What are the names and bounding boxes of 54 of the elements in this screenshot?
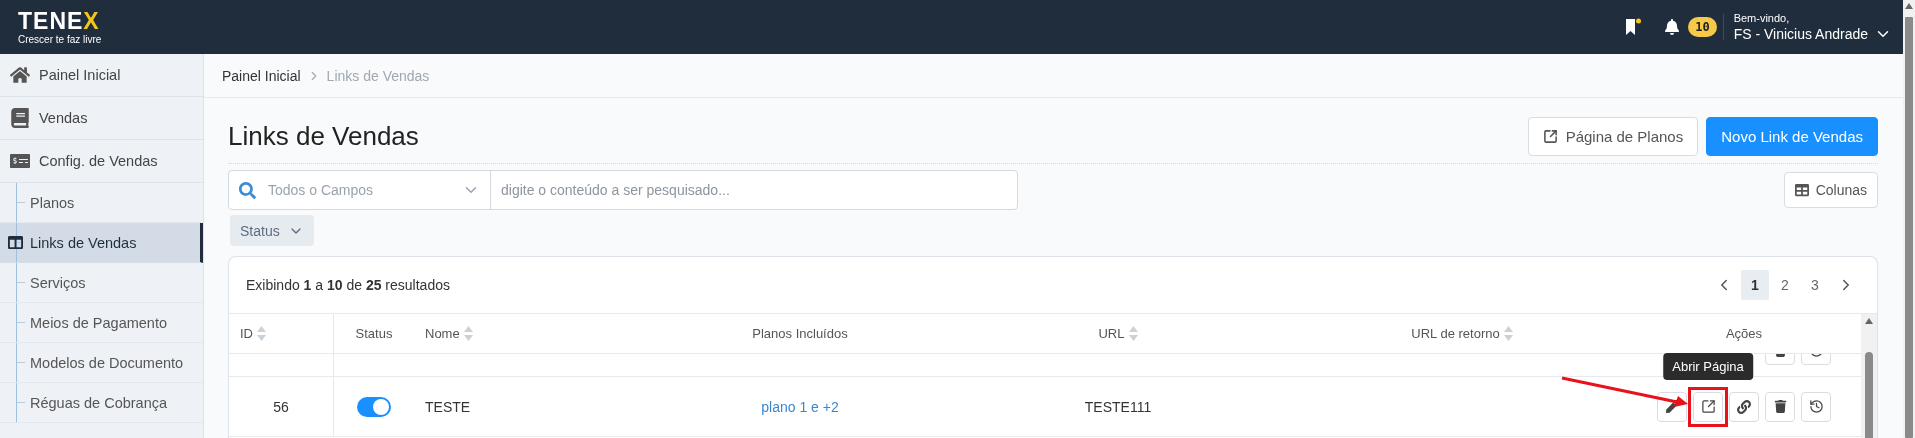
sidebar-item[interactable]: Modelos de Documento <box>0 343 203 383</box>
plans-page-button[interactable]: Página de Planos <box>1527 117 1699 156</box>
greeting: Bem-vindo, <box>1733 12 1791 24</box>
results-summary: Exibindo 1 a 10 de 25 resultados <box>246 277 450 293</box>
history-button[interactable] <box>1801 391 1831 422</box>
column-header[interactable]: URL <box>1098 326 1138 341</box>
bell-icon[interactable] <box>1664 19 1681 35</box>
tooltip: Abrir Página <box>1663 352 1753 380</box>
page-button[interactable]: 2 <box>1771 270 1799 300</box>
id-cell: 56 <box>273 398 289 415</box>
logo[interactable]: TENEX Crescer te faz livre <box>18 9 102 45</box>
column-header: Ações <box>1725 326 1763 341</box>
sidebar-item[interactable]: Réguas de Cobrança <box>0 383 203 423</box>
breadcrumb-link[interactable]: Painel Inicial <box>222 67 301 84</box>
sidebar-item[interactable]: Meios de Pagamento <box>0 303 203 343</box>
sidebar-item[interactable]: Serviços <box>0 263 203 303</box>
sidebar-item[interactable]: Vendas <box>0 97 203 140</box>
columns-button[interactable]: Colunas <box>1783 172 1878 208</box>
notification-count: 10 <box>1688 17 1717 37</box>
sidebar-item[interactable]: Planos <box>0 183 203 223</box>
page-title: Links de Vendas <box>228 121 419 152</box>
page-button[interactable]: 1 <box>1741 270 1769 300</box>
name-cell: TESTE <box>425 398 471 415</box>
plans-link[interactable]: plano 1 e +2 <box>761 398 839 415</box>
scrollbar[interactable] <box>1861 314 1877 438</box>
user-name[interactable]: FS - Vinicius Andrade <box>1733 26 1868 42</box>
scrollbar[interactable] <box>1903 0 1915 438</box>
search-icon <box>239 181 256 199</box>
columns-icon <box>8 235 23 250</box>
caret-up-icon[interactable] <box>1865 318 1873 324</box>
column-header: Planos Incluídos <box>752 326 848 341</box>
url-cell: TESTE111 <box>1084 398 1152 415</box>
table-icon <box>1794 183 1809 197</box>
delete-button[interactable] <box>1765 391 1795 422</box>
sidebar-item[interactable]: Links de Vendas <box>0 223 203 263</box>
money-card-icon <box>10 151 30 171</box>
column-header[interactable]: URL de retorno <box>1411 326 1513 341</box>
column-header[interactable]: ID <box>240 326 266 341</box>
trash-icon <box>1773 400 1787 413</box>
bookmark-icon[interactable] <box>1624 18 1643 36</box>
page-button[interactable]: 3 <box>1801 270 1829 300</box>
book-icon <box>10 108 30 128</box>
link-icon <box>1737 399 1751 414</box>
home-icon <box>10 65 30 85</box>
external-link-icon <box>1700 399 1716 414</box>
status-filter[interactable]: Status <box>230 215 314 246</box>
column-header: Status <box>355 326 393 341</box>
sidebar-item[interactable]: Painel Inicial <box>0 54 203 97</box>
caret-up-icon[interactable] <box>1905 3 1913 9</box>
column-header[interactable]: Nome <box>425 326 473 341</box>
status-toggle[interactable] <box>357 396 391 417</box>
copy-link-button[interactable] <box>1729 391 1759 422</box>
external-link-icon <box>1542 129 1558 144</box>
history-icon <box>1808 399 1824 414</box>
